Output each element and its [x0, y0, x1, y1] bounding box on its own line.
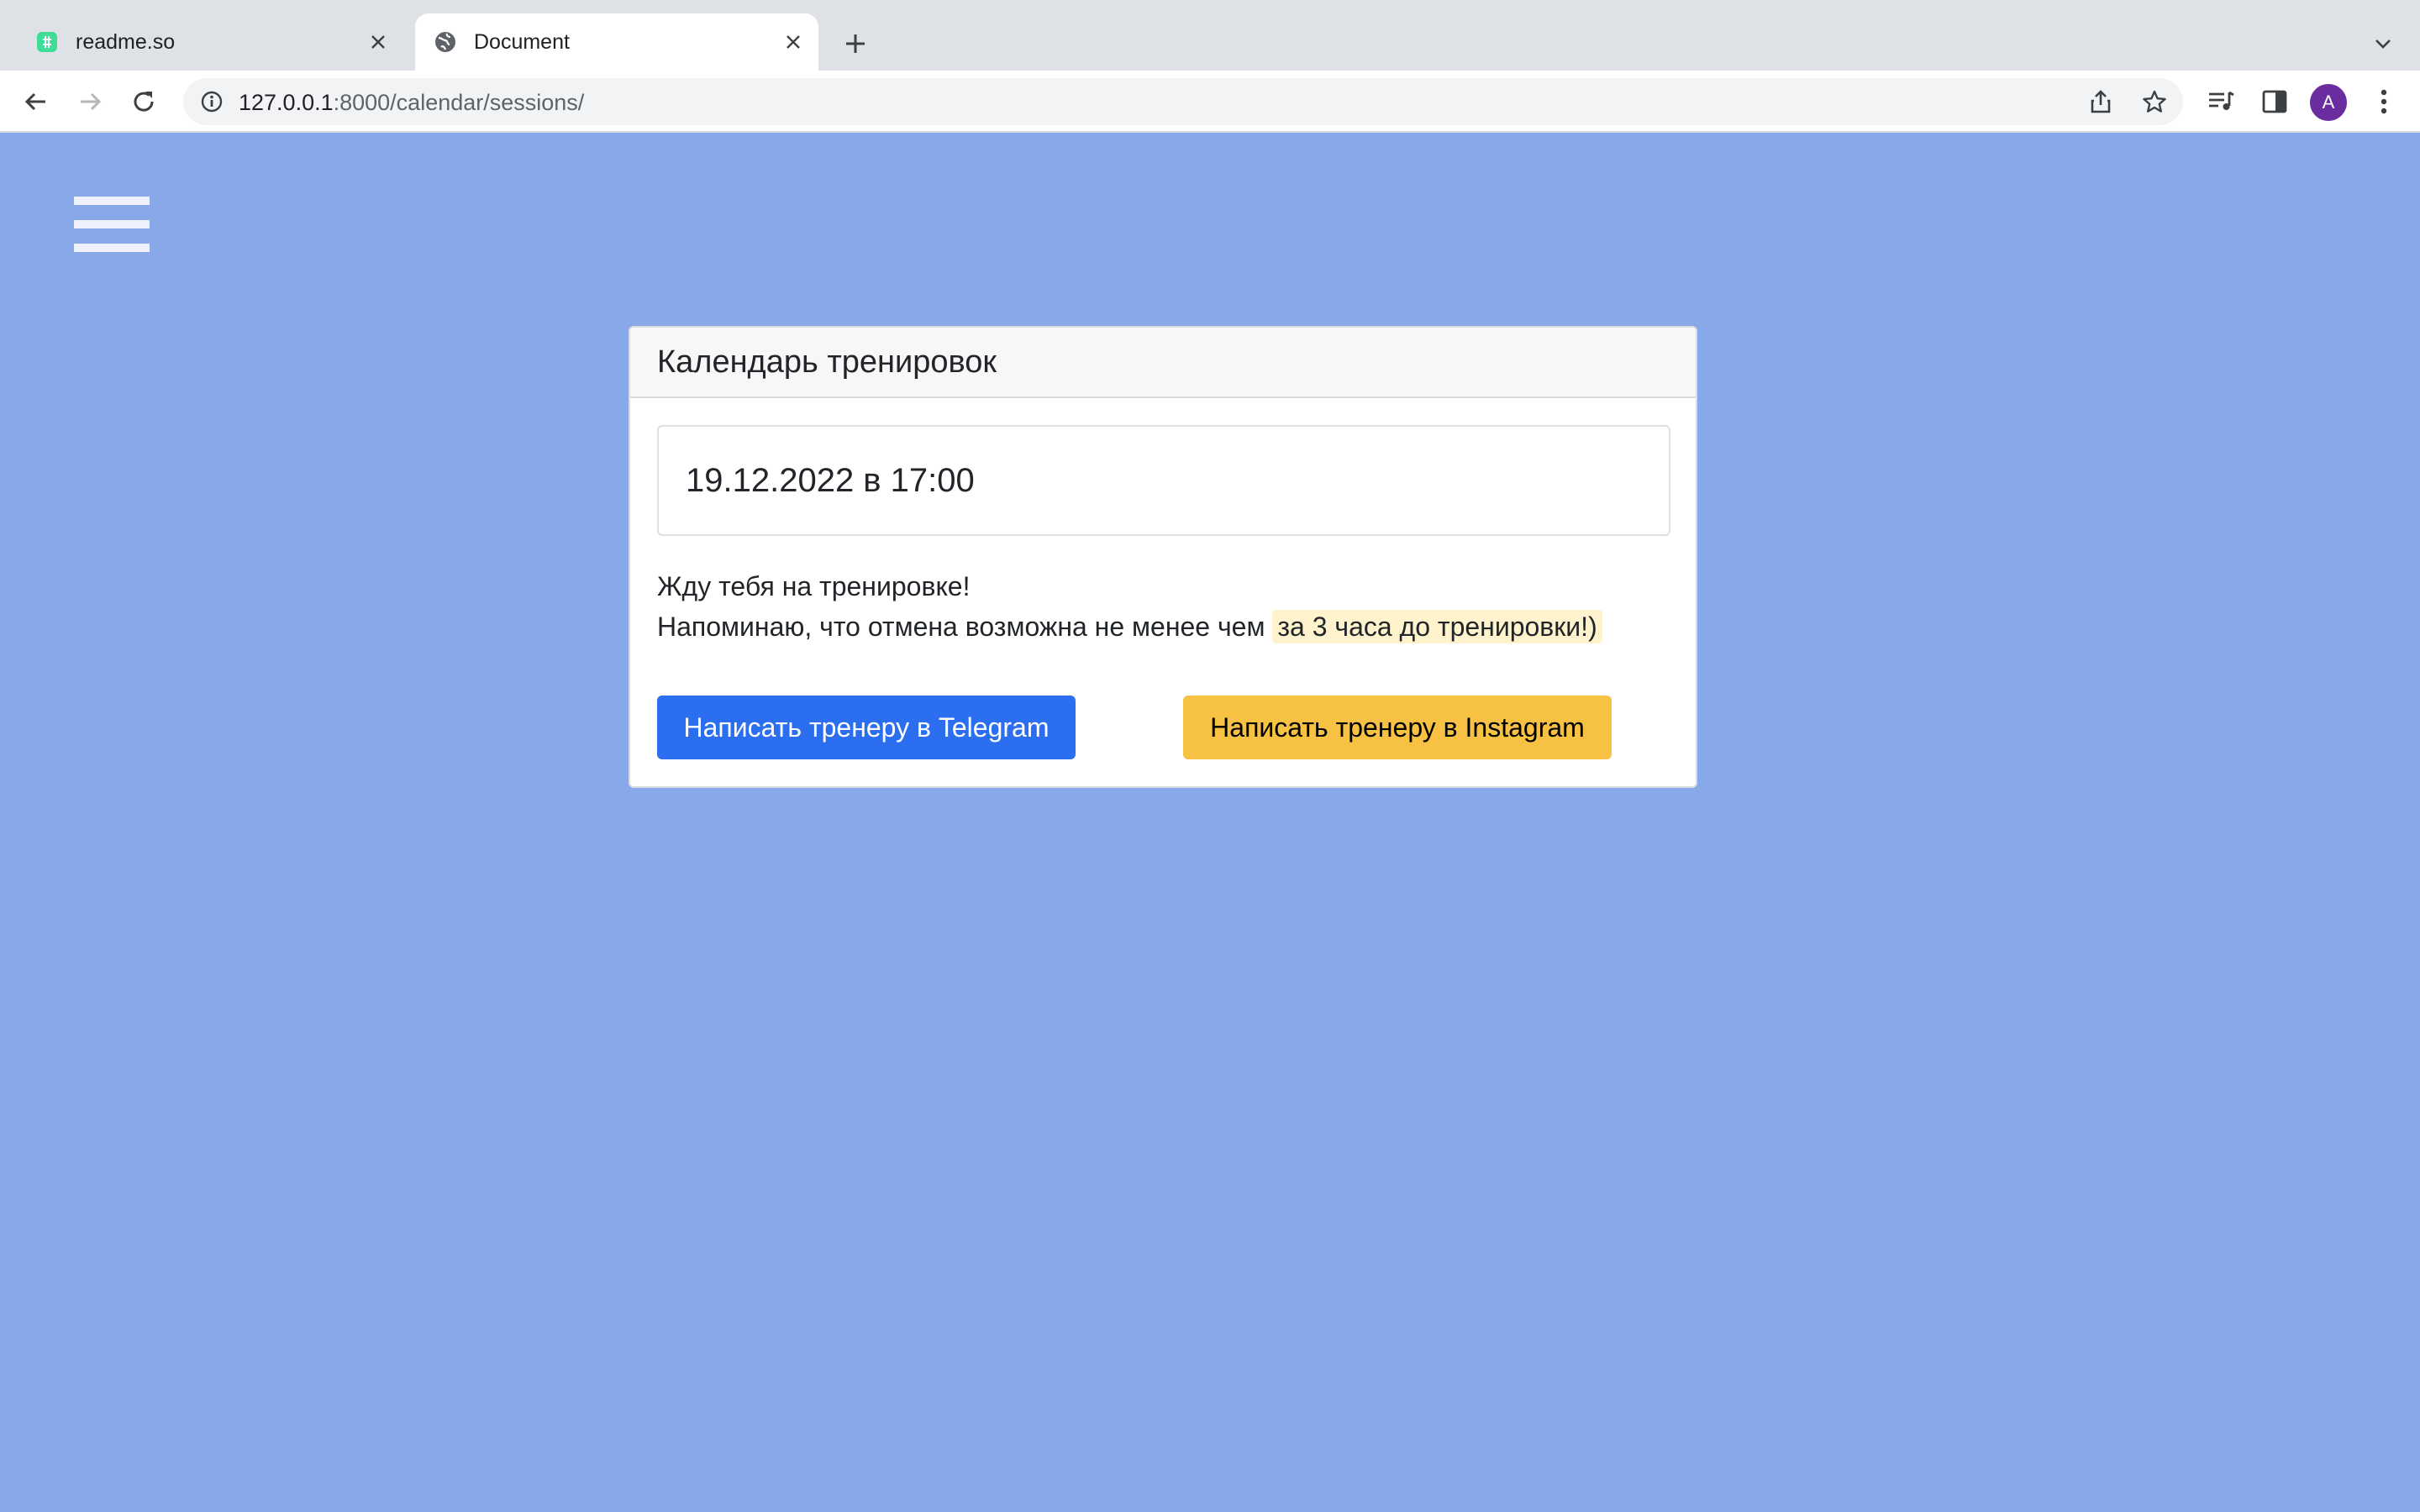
message-line-1: Жду тебя на тренировке!: [657, 571, 971, 601]
share-icon[interactable]: [2084, 85, 2118, 118]
cancellation-highlight: за 3 часа до тренировки!): [1272, 610, 1602, 643]
hamburger-bar: [74, 220, 150, 228]
tab-strip: readme.so Document: [0, 0, 2420, 71]
session-item: 19.12.2022 в 17:00: [657, 425, 1670, 536]
close-tab-icon[interactable]: [778, 27, 808, 57]
bookmark-star-icon[interactable]: [2138, 85, 2171, 118]
hamburger-bar: [74, 197, 150, 205]
tab-readme[interactable]: readme.so: [17, 13, 403, 71]
forward-button[interactable]: [71, 82, 109, 121]
tab-search-chevron-icon[interactable]: [2365, 25, 2402, 62]
tab-document[interactable]: Document: [415, 13, 818, 71]
url-path: :8000/calendar/sessions/: [333, 90, 585, 115]
address-bar[interactable]: 127.0.0.1:8000/calendar/sessions/: [183, 78, 2183, 125]
media-playlist-icon[interactable]: [2202, 82, 2240, 121]
card-header: Календарь тренировок: [630, 328, 1696, 398]
side-panel-icon[interactable]: [2255, 82, 2294, 121]
session-datetime: 19.12.2022 в 17:00: [686, 461, 975, 499]
close-tab-icon[interactable]: [363, 27, 393, 57]
globe-icon: [434, 30, 457, 54]
reminder-message: Жду тебя на тренировке! Напоминаю, что о…: [657, 566, 1602, 647]
training-calendar-card: Календарь тренировок 19.12.2022 в 17:00 …: [629, 326, 1697, 788]
new-tab-button[interactable]: [837, 25, 874, 62]
browser-toolbar: 127.0.0.1:8000/calendar/sessions/ A: [0, 71, 2420, 133]
tab-title: readme.so: [76, 29, 176, 54]
profile-avatar[interactable]: A: [2310, 84, 2347, 121]
hamburger-bar: [74, 244, 150, 252]
back-button[interactable]: [17, 82, 55, 121]
message-line-2-text: Напоминаю, что отмена возможна не менее …: [657, 612, 1265, 642]
readme-favicon-icon: [35, 30, 59, 54]
url-text[interactable]: 127.0.0.1:8000/calendar/sessions/: [239, 90, 584, 116]
hamburger-menu-icon[interactable]: [74, 197, 150, 252]
instagram-contact-button[interactable]: Написать тренеру в Instagram: [1183, 696, 1612, 759]
card-title: Календарь тренировок: [657, 344, 997, 380]
site-info-icon[interactable]: [198, 88, 225, 115]
url-host: 127.0.0.1: [239, 90, 334, 115]
tab-title: Document: [474, 29, 570, 54]
reload-button[interactable]: [124, 82, 163, 121]
telegram-contact-button[interactable]: Написать тренеру в Telegram: [657, 696, 1076, 759]
browser-menu-icon[interactable]: [2365, 82, 2403, 121]
message-line-2: Напоминаю, что отмена возможна не менее …: [657, 606, 1602, 647]
